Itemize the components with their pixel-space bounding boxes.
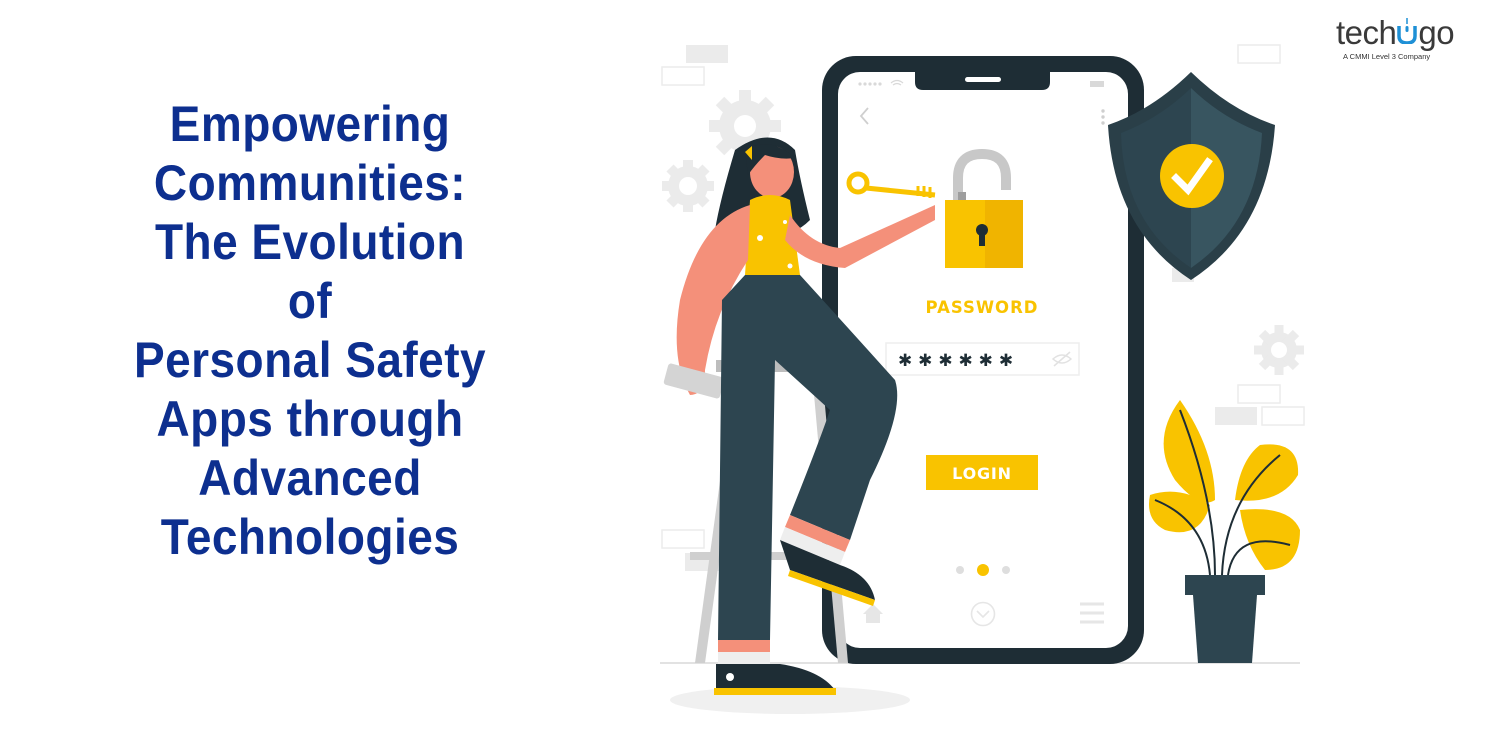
logo-word-right: go [1418,14,1455,51]
security-illustration: PASSWORD ✱ ✱ ✱ ✱ ✱ ✱ LOGIN [660,44,1305,714]
headline-line: The Evolution [154,214,466,270]
headline-line: of [287,273,333,329]
techugo-logo[interactable]: tech go A CMMI Level 3 Company [1336,14,1486,64]
login-label: LOGIN [952,464,1012,483]
battery-icon [1090,81,1104,87]
mouse-u-icon [1397,18,1418,46]
headline-line: Technologies [160,509,460,565]
gear-icon [662,160,714,212]
gear-icon [1254,325,1304,375]
page-dot [956,566,964,574]
headline-line: Communities: [153,155,467,211]
speaker-slot [965,77,1001,82]
page-dot [1002,566,1010,574]
more-menu-icon[interactable] [1101,109,1105,125]
logo-word-left: tech [1336,14,1397,51]
headline-line: Advanced [198,450,422,506]
login-button[interactable]: LOGIN [926,455,1038,490]
password-mask: ✱ ✱ ✱ ✱ ✱ ✱ [898,351,1013,371]
potted-plant [1149,400,1300,663]
logo-wordmark: tech go [1336,14,1455,52]
password-field[interactable]: ✱ ✱ ✱ ✱ ✱ ✱ [885,342,1080,376]
headline: Empowering Communities: The Evolution of… [98,95,521,567]
headline-line: Personal Safety [133,332,487,388]
page-dot-active [977,564,989,576]
logo-tagline: A CMMI Level 3 Company [1343,52,1431,61]
headline-line: Empowering [169,96,451,152]
headline-line: Apps through [156,391,464,447]
password-label: PASSWORD [925,298,1038,317]
